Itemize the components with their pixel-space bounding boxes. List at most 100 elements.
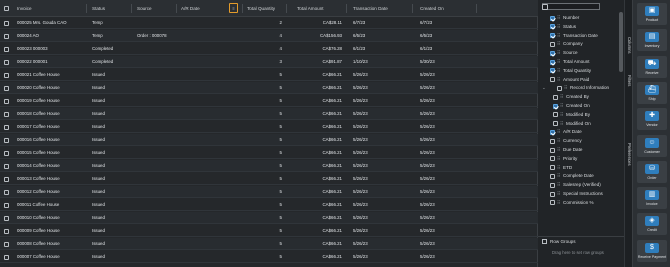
drag-handle-icon[interactable]: ⠿ [557,146,560,154]
column-checkbox[interactable] [550,156,555,162]
column-checkbox[interactable] [550,173,555,179]
table-row[interactable]: 000014 Coffee House Issued 5 CA$66.21 5/26/2… [0,160,538,172]
row-checkbox[interactable] [4,215,9,221]
column-checkbox[interactable] [550,24,555,30]
column-checkbox[interactable] [550,200,555,206]
table-row[interactable]: 000012 Coffee House Issued 5 CA$66.21 5/26/2… [0,186,538,198]
column-checkbox[interactable] [550,50,555,56]
drag-handle-icon[interactable]: ⠿ [557,164,560,172]
column-header-created-on[interactable]: Created On [420,0,444,17]
drag-handle-icon[interactable]: ⠿ [560,93,563,101]
column-checkbox[interactable] [550,15,555,21]
column-separator[interactable] [412,4,413,13]
row-checkbox[interactable] [4,98,9,104]
column-checkbox[interactable] [550,191,555,197]
panel-search[interactable] [542,3,600,10]
row-checkbox[interactable] [4,72,9,78]
receive-payment-button[interactable]: $ Receive Payment [637,239,667,262]
table-row[interactable]: 000020 Coffee House Issued 5 CA$66.21 5/26/2… [0,82,538,94]
column-header-total-amount[interactable]: Total Amount [297,0,324,17]
column-separator[interactable] [346,4,347,13]
drag-handle-icon[interactable]: ⠿ [557,190,560,198]
row-checkbox[interactable] [4,228,9,234]
drag-handle-icon[interactable]: ⠿ [557,58,560,66]
row-checkbox[interactable] [4,150,9,156]
row-checkbox[interactable] [4,124,9,130]
drag-handle-icon[interactable]: ⠿ [557,32,560,40]
panel-scrollbar[interactable] [619,12,623,72]
column-checkbox[interactable] [553,112,558,118]
table-row[interactable]: 000022 000001 Completed 3 CA$91.87 1/10/23 5/… [0,56,538,68]
column-search-input[interactable] [551,4,599,10]
column-checkbox[interactable] [557,85,562,91]
column-menu-icon[interactable]: ≡ [229,3,238,13]
table-row[interactable]: 000018 Coffee House Issued 5 CA$66.21 5/26/2… [0,108,538,120]
row-checkbox[interactable] [4,85,9,91]
table-row[interactable]: 000021 Coffee House Issued 5 CA$66.21 5/26/2… [0,69,538,81]
column-separator[interactable] [286,4,287,13]
drag-handle-icon[interactable]: ⠿ [560,102,563,110]
product-button[interactable]: ▣ Product [637,3,667,25]
drag-handle-icon[interactable]: ⠿ [564,84,567,92]
column-checkbox[interactable] [550,33,555,39]
row-checkbox[interactable] [4,202,9,208]
column-checkbox[interactable] [553,103,558,109]
receive-button[interactable]: ⛟ Receive [637,55,667,78]
table-row[interactable]: 000007 Coffee House Issued 5 CA$66.21 5/26/2… [0,251,538,263]
drag-handle-icon[interactable]: ⠿ [557,172,560,180]
drag-handle-icon[interactable]: ⠿ [557,128,560,136]
drag-handle-icon[interactable]: ⠿ [557,49,560,57]
drag-handle-icon[interactable]: ⠿ [557,199,560,207]
row-checkbox[interactable] [4,111,9,117]
column-header-invoice[interactable]: Invoice [17,0,32,17]
table-row[interactable]: 000017 Coffee House Issued 5 CA$66.21 5/26/2… [0,121,538,133]
column-separator[interactable] [86,4,87,13]
drag-handle-icon[interactable]: ⠿ [557,181,560,189]
column-header-status[interactable]: Status [92,0,105,17]
row-groups-dropzone[interactable]: Drag here to set row groups [552,250,604,255]
invoice-button[interactable]: ▥ Invoice [637,187,667,210]
column-checkbox[interactable] [550,41,555,47]
ship-button[interactable]: ⛴ Ship [637,81,667,104]
column-checkbox[interactable] [550,147,555,153]
column-checkbox[interactable] [550,182,555,188]
column-checkbox[interactable] [550,77,555,83]
toggle-all-columns-checkbox[interactable] [542,4,548,10]
column-checkbox[interactable] [553,121,558,127]
column-separator[interactable] [242,4,243,13]
column-header-total-quantity[interactable]: Total Quantity [247,0,275,17]
table-row[interactable]: 000011 Coffee House Issued 5 CA$66.21 5/26/2… [0,199,538,211]
column-header-transaction-date[interactable]: Transaction Date [353,0,388,17]
drag-handle-icon[interactable]: ⠿ [557,40,560,48]
table-row[interactable]: 000013 Coffee House Issued 5 CA$66.21 5/26/2… [0,173,538,185]
select-all-checkbox[interactable] [4,6,9,11]
row-checkbox[interactable] [4,137,9,143]
row-checkbox[interactable] [4,163,9,169]
drag-handle-icon[interactable]: ⠿ [557,76,560,84]
column-separator[interactable] [131,4,132,13]
column-checkbox[interactable] [553,94,558,100]
table-row[interactable]: 000016 Coffee House Issued 5 CA$66.21 5/26/2… [0,134,538,146]
drag-handle-icon[interactable]: ⠿ [557,23,560,31]
table-row[interactable]: 000023 000003 Completed 4 CA$76.28 6/1/23 6/1… [0,43,538,55]
drag-handle-icon[interactable]: ⠿ [560,111,563,119]
table-row[interactable]: 000024 AO Temp Order : 000078 4 CA$156.93 6/5… [0,30,538,42]
drag-handle-icon[interactable]: ⠿ [557,137,560,145]
column-checkbox[interactable] [550,129,555,135]
row-checkbox[interactable] [4,176,9,182]
column-header-source[interactable]: Source [137,0,152,17]
drag-handle-icon[interactable]: ⠿ [557,14,560,22]
row-checkbox[interactable] [4,189,9,195]
credit-button[interactable]: ◈ Credit [637,213,667,236]
column-separator[interactable] [176,4,177,13]
table-row[interactable]: 000015 Coffee House Issued 5 CA$66.21 5/26/2… [0,147,538,159]
order-button[interactable]: ⛁ Order [637,160,667,183]
table-row[interactable]: 000009 Coffee House Issued 5 CA$66.21 5/26/2… [0,225,538,237]
row-checkbox[interactable] [4,33,9,39]
row-checkbox[interactable] [4,59,9,65]
row-checkbox[interactable] [4,46,9,52]
drag-handle-icon[interactable]: ⠿ [557,67,560,75]
column-checkbox[interactable] [550,138,555,144]
column-separator[interactable] [476,4,477,13]
table-row[interactable]: 000008 Coffee House Issued 5 CA$66.21 5/26/2… [0,238,538,250]
